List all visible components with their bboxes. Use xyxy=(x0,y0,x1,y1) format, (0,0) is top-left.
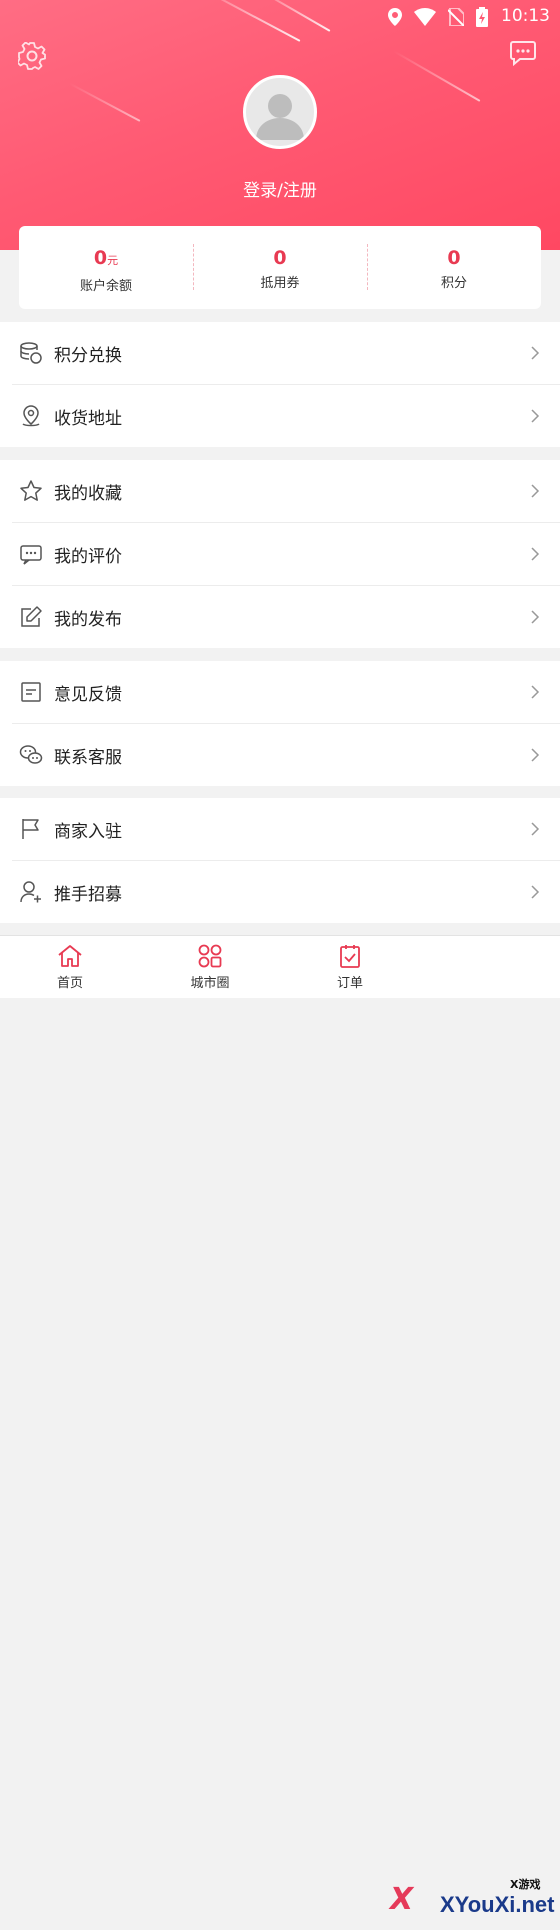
menu-item-points-exchange[interactable]: 积分兑换 xyxy=(0,322,560,384)
battery-icon xyxy=(476,7,488,27)
stat-points[interactable]: 0 积分 xyxy=(367,226,541,309)
menu-item-address[interactable]: 收货地址 xyxy=(12,384,560,447)
tab-label: 订单 xyxy=(336,976,363,991)
user-add-icon xyxy=(20,881,41,903)
menu-label: 联系客服 xyxy=(54,747,122,768)
site-watermark: X X游戏 XYouXi.net xyxy=(390,1874,555,1930)
coupons-label: 抵用券 xyxy=(260,276,300,291)
menu-label: 推手招募 xyxy=(54,884,122,905)
login-register-link[interactable]: 登录/注册 xyxy=(0,176,560,201)
status-time: 10:13 xyxy=(501,6,550,26)
menu-item-recruit[interactable]: 推手招募 xyxy=(12,860,560,923)
decor-streak xyxy=(392,50,481,102)
message-icon[interactable] xyxy=(510,40,536,66)
wifi-icon xyxy=(414,8,436,26)
edit-icon xyxy=(21,606,42,627)
chevron-right-icon xyxy=(531,610,540,624)
tab-city-circle[interactable]: 城市圈 xyxy=(170,944,250,991)
balance-value: 0 xyxy=(93,247,108,269)
order-check-icon xyxy=(340,945,360,968)
menu-label: 商家入驻 xyxy=(54,821,122,842)
chevron-right-icon xyxy=(531,346,540,360)
stat-balance[interactable]: 0元 账户余额 xyxy=(19,226,193,309)
points-label: 积分 xyxy=(440,276,467,291)
menu-label: 积分兑换 xyxy=(54,345,122,366)
menu-group-4: 商家入驻 推手招募 xyxy=(0,798,560,923)
status-bar: 10:13 xyxy=(0,0,560,34)
tab-home[interactable]: 首页 xyxy=(30,944,110,991)
menu-item-merchant[interactable]: 商家入驻 xyxy=(0,798,560,860)
stat-coupons[interactable]: 0 抵用券 xyxy=(193,226,367,309)
balance-unit: 元 xyxy=(107,254,119,267)
watermark-logo: X xyxy=(390,1882,414,1917)
no-sim-icon xyxy=(448,8,464,26)
points-value: 0 xyxy=(447,247,461,269)
decor-streak xyxy=(68,82,141,122)
menu-label: 意见反馈 xyxy=(54,684,122,705)
chevron-right-icon xyxy=(531,409,540,423)
menu-item-feedback[interactable]: 意见反馈 xyxy=(0,661,560,723)
chevron-right-icon xyxy=(531,822,540,836)
menu-label: 我的评价 xyxy=(54,546,122,567)
menu-label: 收货地址 xyxy=(54,408,122,429)
menu-group-3: 意见反馈 联系客服 xyxy=(0,661,560,786)
menu-item-reviews[interactable]: 我的评价 xyxy=(12,522,560,585)
chevron-right-icon xyxy=(531,547,540,561)
profile-header: 10:13 登录/注册 xyxy=(0,0,560,250)
feedback-icon xyxy=(21,682,41,702)
avatar[interactable] xyxy=(243,75,317,149)
menu-group-1: 积分兑换 收货地址 xyxy=(0,322,560,447)
menu-label: 我的发布 xyxy=(54,609,122,630)
account-stats-card: 0元 账户余额 0 抵用券 0 积分 xyxy=(19,226,541,309)
star-icon xyxy=(20,480,42,501)
home-icon xyxy=(58,945,82,967)
comment-icon xyxy=(20,545,42,565)
tab-label: 城市圈 xyxy=(190,976,230,991)
chevron-right-icon xyxy=(531,484,540,498)
watermark-text: XYouXi.net xyxy=(440,1892,555,1917)
default-user-icon xyxy=(256,94,304,140)
tab-label: 首页 xyxy=(56,976,83,991)
chevron-right-icon xyxy=(531,885,540,899)
balance-label: 账户余额 xyxy=(79,279,132,294)
location-icon xyxy=(388,8,402,26)
menu-item-favorites[interactable]: 我的收藏 xyxy=(0,460,560,522)
watermark-small: X游戏 xyxy=(510,1878,541,1891)
grid-icon xyxy=(198,944,222,968)
coupons-value: 0 xyxy=(273,247,287,269)
menu-label: 我的收藏 xyxy=(54,483,122,504)
menu-item-support[interactable]: 联系客服 xyxy=(12,723,560,786)
menu-group-2: 我的收藏 我的评价 我的发布 xyxy=(0,460,560,648)
chevron-right-icon xyxy=(531,685,540,699)
coins-exchange-icon xyxy=(20,342,42,364)
chevron-right-icon xyxy=(531,748,540,762)
flag-icon xyxy=(22,819,39,839)
location-pin-icon xyxy=(22,405,40,427)
wechat-icon xyxy=(19,745,43,764)
menu-item-posts[interactable]: 我的发布 xyxy=(12,585,560,648)
settings-gear-icon[interactable] xyxy=(18,42,46,70)
bottom-tab-bar: 首页 城市圈 订单 X X游戏 XYouXi.net xyxy=(0,935,560,1917)
tab-orders[interactable]: 订单 xyxy=(310,944,390,991)
